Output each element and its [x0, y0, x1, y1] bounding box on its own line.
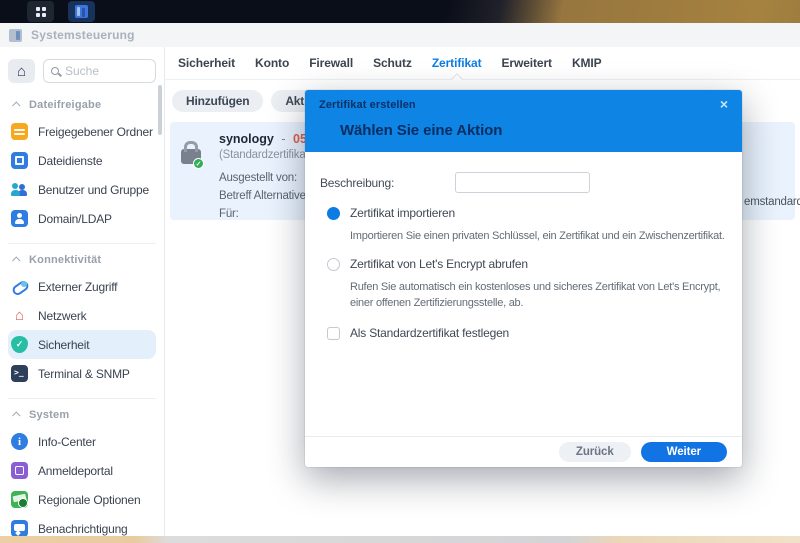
radio-selected-icon[interactable] [327, 206, 340, 220]
sidebar-item-dateidienste[interactable]: Dateidienste [8, 146, 156, 175]
dialog-footer: Zurück Weiter [305, 436, 742, 467]
desktop-wallpaper-strip [0, 536, 800, 543]
option-import-certificate[interactable]: Zertifikat importieren [327, 206, 727, 220]
sidebar-item-terminal-snmp[interactable]: Terminal & SNMP [8, 359, 156, 388]
app-grid-icon [35, 6, 46, 17]
search-icon [51, 67, 59, 75]
search-input[interactable] [65, 64, 148, 78]
certificate-name: synology [219, 132, 274, 146]
description-label: Beschreibung: [320, 175, 395, 190]
checkbox-unchecked-icon[interactable] [327, 326, 340, 340]
file-services-icon [11, 152, 28, 169]
window-titlebar: Systemsteuerung [0, 23, 800, 47]
notification-icon [11, 520, 28, 536]
create-certificate-dialog: Zertifikat erstellen × Wählen Sie eine A… [305, 90, 742, 467]
search-box[interactable] [43, 59, 156, 83]
window-icon [9, 28, 22, 42]
tab-zertifikat[interactable]: Zertifikat [430, 47, 484, 79]
option-import-description: Importieren Sie einen privaten Schlüssel… [350, 230, 725, 242]
control-panel-icon [75, 5, 88, 18]
window-title: Systemsteuerung [31, 28, 135, 42]
next-button[interactable]: Weiter [640, 442, 727, 462]
sidebar-scrollbar[interactable] [158, 85, 162, 135]
close-icon[interactable]: × [720, 97, 728, 111]
radio-unselected-icon[interactable] [327, 257, 340, 271]
tab-bar: Sicherheit Konto Firewall Schutz Zertifi… [165, 47, 800, 80]
sidebar-item-info-center[interactable]: Info-Center [8, 427, 156, 456]
domain-ldap-icon [11, 210, 28, 227]
back-button[interactable]: Zurück [558, 442, 631, 462]
sidebar-item-benutzer-und-gruppe[interactable]: Benutzer und Gruppe [8, 175, 156, 204]
tab-konto[interactable]: Konto [253, 47, 291, 79]
option-lets-encrypt-description: Rufen Sie automatisch ein kostenloses un… [350, 281, 721, 309]
section-header-dateifreigabe[interactable]: Dateifreigabe [8, 93, 156, 117]
app-menu-button[interactable] [27, 1, 54, 22]
tab-schutz[interactable]: Schutz [371, 47, 414, 79]
taskbar-control-panel-button[interactable] [68, 1, 95, 22]
chevron-up-icon [12, 411, 21, 420]
sidebar-item-domain-ldap[interactable]: Domain/LDAP [8, 204, 156, 233]
sidebar-section-konnektivitaet: Konnektivität Externer Zugriff Netzwerk … [8, 243, 156, 388]
taskbar [0, 0, 800, 23]
dialog-step-heading: Wählen Sie eine Aktion [340, 122, 503, 139]
user-group-icon [11, 181, 28, 198]
dialog-title: Zertifikat erstellen [319, 99, 416, 111]
sidebar-item-regionale-optionen[interactable]: Regionale Optionen [8, 485, 156, 514]
section-header-system[interactable]: System [8, 403, 156, 427]
valid-check-badge-icon [193, 158, 204, 169]
sidebar-item-anmeldeportal[interactable]: Anmeldeportal [8, 456, 156, 485]
external-access-icon [11, 278, 28, 295]
sidebar-item-netzwerk[interactable]: Netzwerk [8, 301, 156, 330]
tab-erweitert[interactable]: Erweitert [500, 47, 554, 79]
tab-kmip[interactable]: KMIP [570, 47, 604, 79]
dialog-header: Zertifikat erstellen × Wählen Sie eine A… [305, 90, 742, 152]
section-header-konnektivitaet[interactable]: Konnektivität [8, 248, 156, 272]
tab-firewall[interactable]: Firewall [307, 47, 355, 79]
sidebar: ⌂ Dateifreigabe Freigegebener Ordner [0, 47, 165, 536]
sidebar-item-benachrichtigung[interactable]: Benachrichtigung [8, 514, 156, 536]
info-center-icon [11, 433, 28, 450]
add-button[interactable]: Hinzufügen [172, 90, 264, 112]
security-shield-icon [11, 336, 28, 353]
login-portal-icon [11, 462, 28, 479]
tab-sicherheit[interactable]: Sicherheit [176, 47, 237, 79]
shared-folder-icon [11, 123, 28, 140]
home-button[interactable]: ⌂ [8, 59, 35, 83]
chevron-up-icon [12, 256, 21, 265]
option-lets-encrypt[interactable]: Zertifikat von Let's Encrypt abrufen [327, 257, 727, 271]
desktop: Systemsteuerung ⌂ Dateifreigabe [0, 0, 800, 543]
system-default-truncated-text: emstandard [744, 196, 800, 208]
sidebar-item-sicherheit[interactable]: Sicherheit [8, 330, 156, 359]
certificate-lock-icon [180, 140, 206, 211]
regional-options-icon [11, 491, 28, 508]
sidebar-item-externer-zugriff[interactable]: Externer Zugriff [8, 272, 156, 301]
set-default-certificate-option[interactable]: Als Standardzertifikat festlegen [327, 326, 727, 340]
chevron-up-icon [12, 101, 21, 110]
network-icon [11, 307, 28, 324]
dialog-body: Beschreibung: Zertifikat importieren Imp… [305, 152, 742, 436]
sidebar-section-system: System Info-Center Anmeldeportal Regiona… [8, 398, 156, 536]
terminal-icon [11, 365, 28, 382]
sidebar-item-freigegebener-ordner[interactable]: Freigegebener Ordner [8, 117, 156, 146]
description-input[interactable] [455, 172, 590, 193]
sidebar-section-dateifreigabe: Dateifreigabe Freigegebener Ordner Datei… [8, 93, 156, 233]
home-icon: ⌂ [16, 62, 27, 80]
